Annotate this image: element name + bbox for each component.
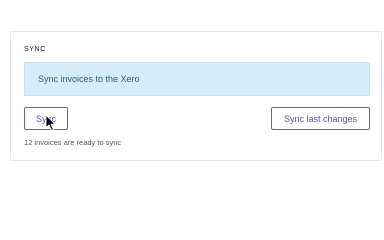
sync-last-changes-button[interactable]: Sync last changes xyxy=(271,107,370,130)
sync-button[interactable]: Sync xyxy=(24,107,68,130)
info-banner-text: Sync invoices to the Xero xyxy=(38,74,140,84)
sync-status-text: 12 invoices are ready to sync xyxy=(24,138,122,147)
sync-card: SYNC Sync invoices to the Xero Sync Sync… xyxy=(10,31,382,161)
info-banner: Sync invoices to the Xero xyxy=(24,62,370,96)
section-title: SYNC xyxy=(24,46,46,53)
